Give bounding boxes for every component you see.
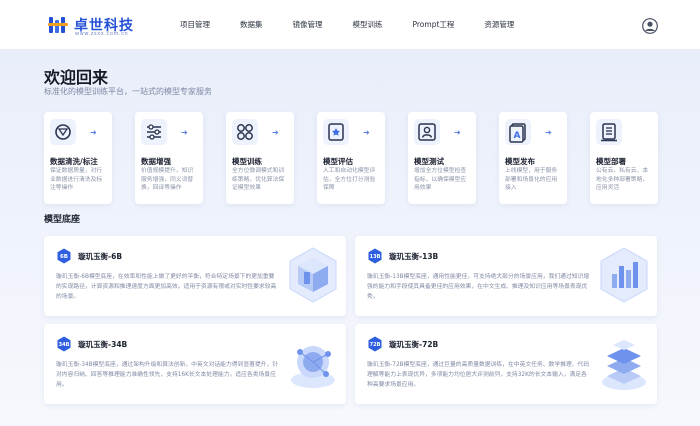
- grid-nodes-icon: [232, 119, 258, 145]
- model-card-6b[interactable]: 6B 璇玑玉衡-6B 璇玑玉衡-6B模型底座，在效率和性能上做了更好的平衡，符合…: [44, 236, 346, 316]
- model-badge-label: 6B: [60, 254, 68, 260]
- model-badge-label: 34B: [59, 342, 70, 348]
- model-badge-icon: 13B: [368, 248, 382, 264]
- welcome-title: 欢迎回来: [44, 68, 109, 87]
- model-badge-label: 13B: [370, 254, 381, 260]
- nav-project-management[interactable]: 项目管理: [180, 0, 210, 50]
- model-description: 璇玑玉衡-72B模型底座，通过巨量的高质量数据训练，在中英文任务、数学推理、代码…: [367, 362, 590, 388]
- model-badge-icon: 34B: [57, 336, 71, 352]
- feature-description: 增加全方位模型检查指标，以确保模型应用效果: [414, 168, 467, 191]
- nav-image-management[interactable]: 镜像管理: [293, 0, 323, 50]
- feature-description: 价值规模提升，知识服务增强，同义词替换，回译等操作: [141, 168, 194, 191]
- model-badge-icon: 6B: [57, 248, 71, 264]
- feature-card-model-publish[interactable]: A ➜ 模型发布 上线模型，用于服务部署和场景化的应用接入: [499, 112, 567, 204]
- model-card-13b[interactable]: 13B 璇玑玉衡-13B 璇玑玉衡-13B模型底座，通用性能更佳，可支持绝大部分…: [355, 236, 657, 316]
- bar-hexagon-illustration-icon: [600, 247, 648, 303]
- section-title-model-base: 模型底座: [44, 215, 81, 225]
- model-description: 璇玑玉衡-13B模型底座，通用性能更佳，可支持绝大部分的场景应用，我们通过知识增…: [367, 274, 590, 300]
- feature-title: 数据清洗/标注: [50, 157, 98, 166]
- arrow-right-icon: ➜: [363, 128, 370, 137]
- cube-stack-illustration-icon: [289, 247, 337, 303]
- feature-description: 上线模型，用于服务部署和场景化的应用接入: [505, 168, 558, 191]
- feature-description: 人工和自动化模型评估，全方位打分测验保障: [323, 168, 376, 191]
- arrow-right-icon: ➜: [181, 128, 188, 137]
- sliders-icon: [141, 119, 167, 145]
- document-a-icon: A: [505, 119, 531, 145]
- arrow-right-icon: ➜: [454, 128, 461, 137]
- nav-prompt-engineering[interactable]: Prompt工程: [413, 0, 455, 50]
- feature-title: 模型发布: [505, 157, 535, 166]
- feature-card-data-cleaning[interactable]: ➜ 数据清洗/标注 保证数据质量，对行业数据进行清洗及标注等操作: [44, 112, 112, 204]
- model-description: 璇玑玉衡-6B模型底座，在效率和性能上做了更好的平衡，符合特定场景下的更加重要的…: [56, 274, 277, 300]
- feature-description: 保证数据质量，对行业数据进行清洗及标注等操作: [50, 168, 103, 191]
- feature-card-model-training[interactable]: ➜ 模型训练 全方位微调模式和训练策略，优化算法保证模型效果: [226, 112, 294, 204]
- model-name: 璇玑玉衡-6B: [78, 252, 123, 261]
- nav-dataset[interactable]: 数据集: [240, 0, 263, 50]
- network-sphere-illustration-icon: [291, 346, 335, 388]
- nav-resource-management[interactable]: 资源管理: [484, 0, 514, 50]
- top-navigation-bar: 卓世科技 www.zsxx.com.cn 项目管理 数据集 镜像管理 模型训练 …: [0, 0, 700, 50]
- main-nav: 项目管理 数据集 镜像管理 模型训练 Prompt工程 资源管理: [180, 0, 544, 50]
- model-name: 璇玑玉衡-72B: [389, 340, 439, 349]
- brand-subtext: www.zsxx.com.cn: [75, 31, 129, 37]
- feature-card-model-evaluation[interactable]: ➜ 模型评估 人工和自动化模型评估，全方位打分测验保障: [317, 112, 385, 204]
- user-avatar-icon[interactable]: [642, 18, 658, 34]
- arrow-right-icon: ➜: [272, 128, 279, 137]
- layered-cube-illustration-icon: [602, 340, 646, 390]
- model-card-72b[interactable]: 72B 璇玑玉衡-72B 璇玑玉衡-72B模型底座，通过巨量的高质量数据训练，在…: [355, 324, 657, 404]
- list-doc-icon: [596, 119, 622, 145]
- brand-mark-icon: [48, 17, 68, 33]
- nav-model-training[interactable]: 模型训练: [353, 0, 383, 50]
- feature-description: 全方位微调模式和训练策略，优化算法保证模型效果: [232, 168, 285, 191]
- feature-description: 公有云、私有云、本地化多种部署策略，应用灵活: [596, 168, 649, 191]
- brand-logo[interactable]: 卓世科技 www.zsxx.com.cn: [48, 14, 158, 38]
- svg-text:A: A: [514, 131, 521, 141]
- arrow-right-icon: ➜: [90, 128, 97, 137]
- feature-title: 模型测试: [414, 157, 444, 166]
- model-name: 璇玑玉衡-13B: [389, 252, 439, 261]
- user-frame-icon: [414, 119, 440, 145]
- model-badge-icon: 72B: [368, 336, 382, 352]
- model-name: 璇玑玉衡-34B: [78, 340, 128, 349]
- feature-title: 模型评估: [323, 157, 353, 166]
- feature-card-model-testing[interactable]: ➜ 模型测试 增加全方位模型检查指标，以确保模型应用效果: [408, 112, 476, 204]
- feature-card-model-deployment[interactable]: 模型部署 公有云、私有云、本地化多种部署策略，应用灵活: [590, 112, 658, 204]
- feature-title: 数据增强: [141, 157, 171, 166]
- badge-star-icon: [323, 119, 349, 145]
- model-badge-label: 72B: [370, 342, 381, 348]
- model-description: 璇玑玉衡-34B模型底座，通过架构升级和算法创新，中英文对话能力得到显著提升，针…: [56, 362, 279, 388]
- feature-title: 模型部署: [596, 157, 626, 166]
- welcome-subtitle: 标准化的模型训练平台，一站式的模型专家服务: [44, 87, 212, 96]
- feature-card-data-augmentation[interactable]: ➜ 数据增强 价值规模提升，知识服务增强，同义词替换，回译等操作: [135, 112, 203, 204]
- feature-title: 模型训练: [232, 157, 262, 166]
- arrow-right-icon: ➜: [545, 128, 552, 137]
- filter-icon: [50, 119, 76, 145]
- model-card-34b[interactable]: 34B 璇玑玉衡-34B 璇玑玉衡-34B模型底座，通过架构升级和算法创新，中英…: [44, 324, 346, 404]
